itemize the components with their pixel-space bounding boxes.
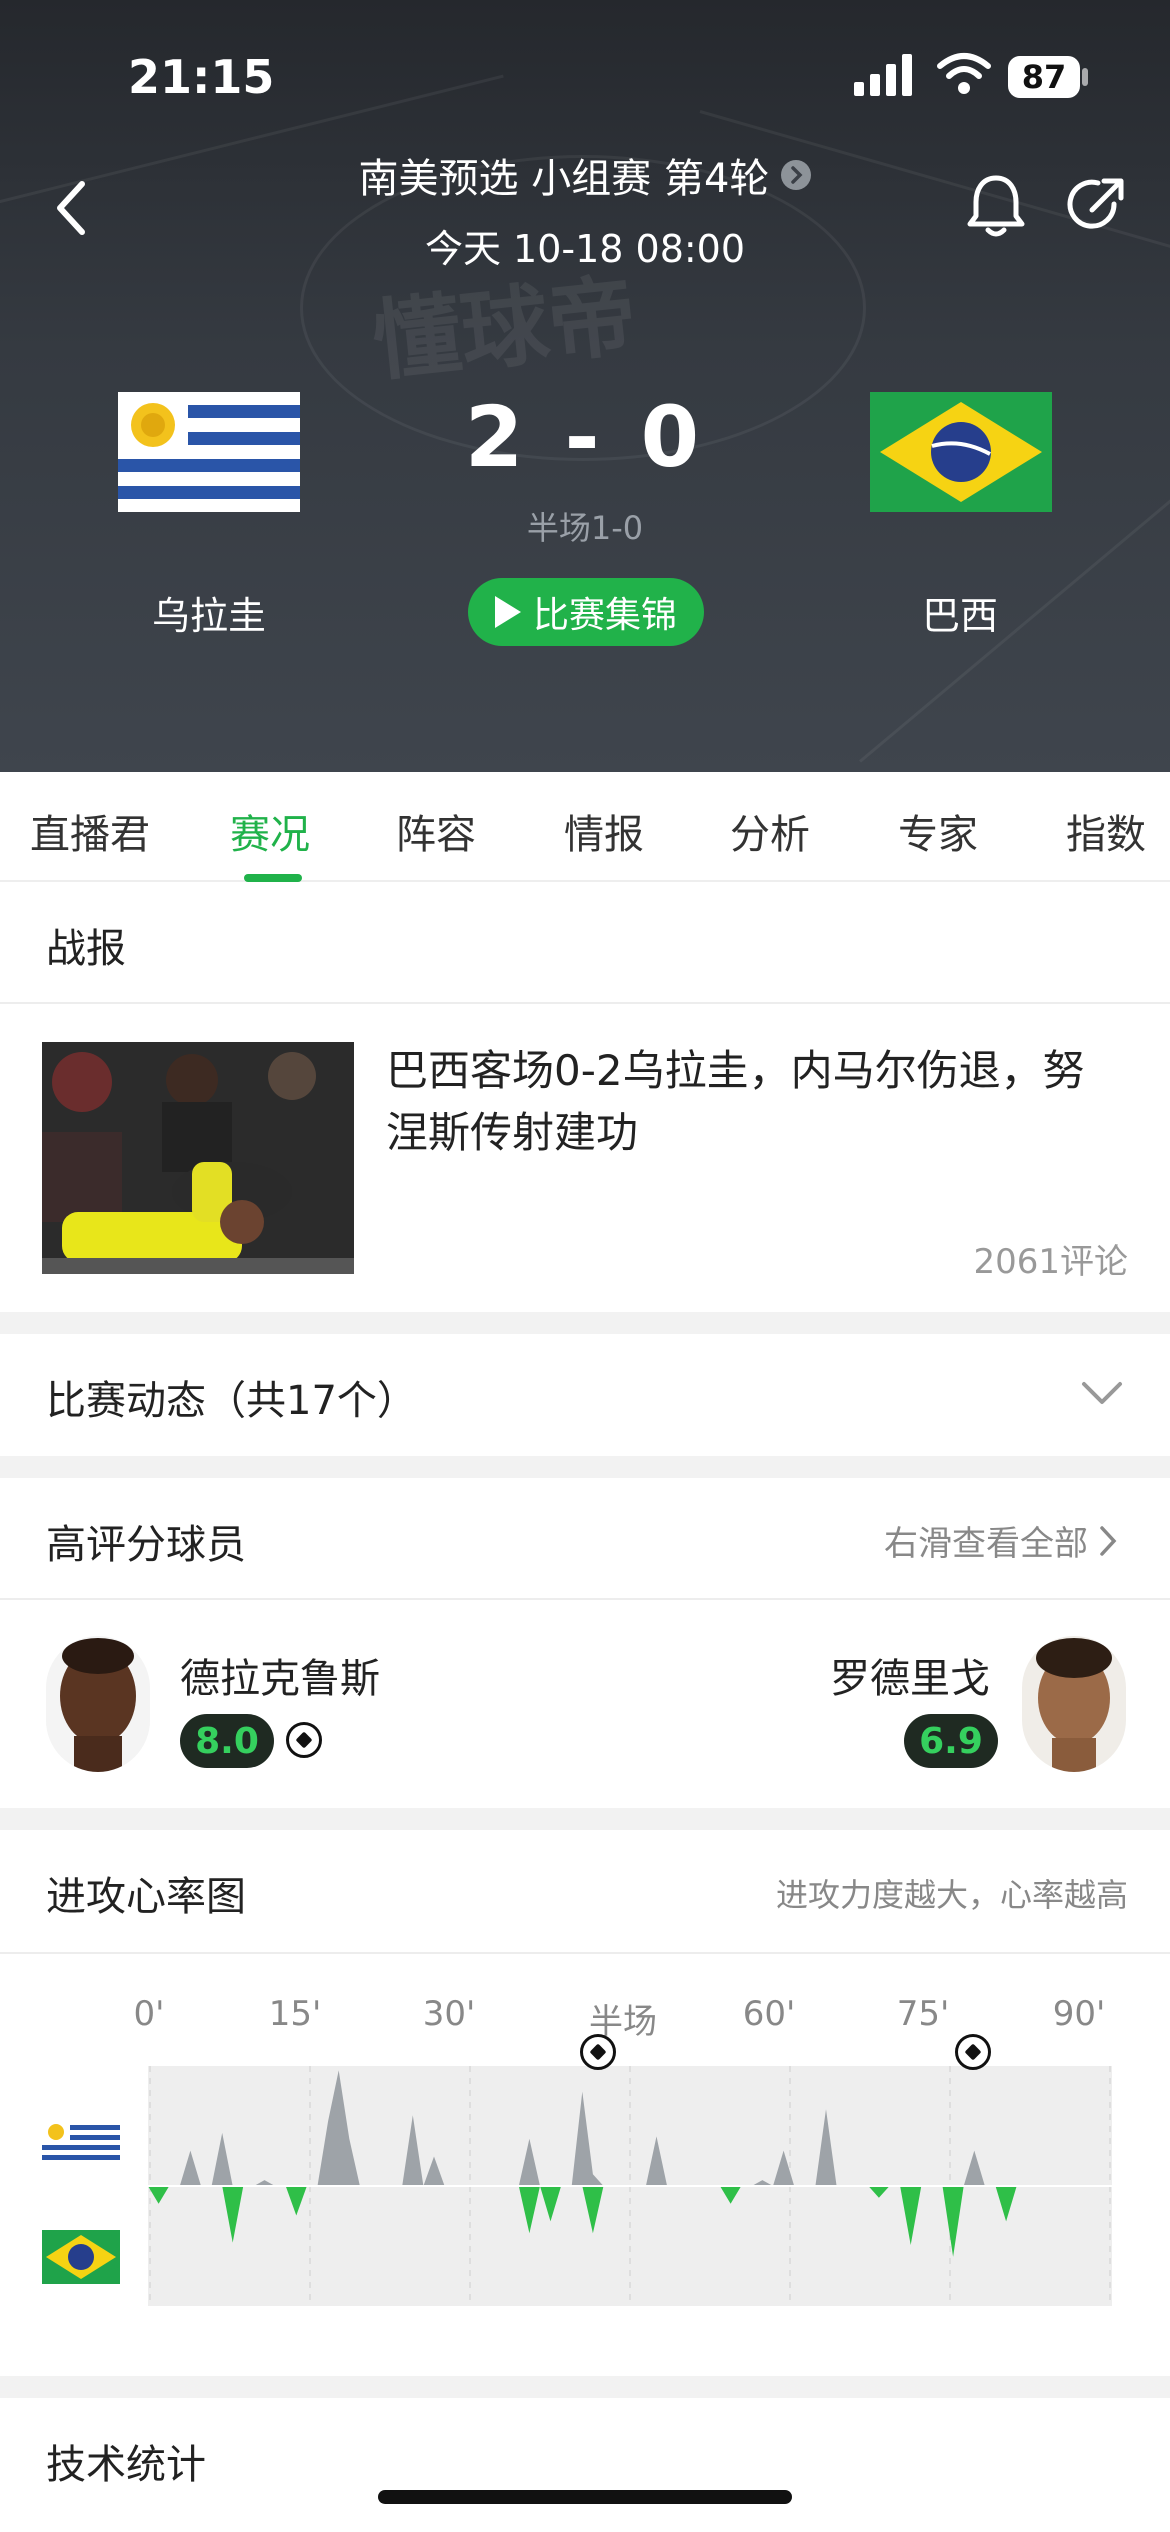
report-section-title: 战报 [46,926,126,972]
tab-live-host[interactable]: 直播君 [30,802,150,860]
see-all-label: 右滑查看全部 [884,1524,1088,1564]
see-all-link[interactable]: 右滑查看全部 [884,1516,1118,1565]
brazil-flag-icon[interactable] [870,392,1052,512]
back-icon[interactable] [48,178,100,238]
top-players-title: 高评分球员 [46,1522,246,1568]
score: 2 - 0 [464,388,706,486]
tab-match-status[interactable]: 赛况 [230,802,310,860]
tab-lineup[interactable]: 阵容 [396,802,476,860]
tick-label: 30' [422,1994,476,2034]
section-gap [0,1312,1170,1334]
tick-label: 75' [896,1994,950,2034]
competition-link[interactable]: 南美预选 小组赛 第4轮 [300,148,870,202]
match-header: 懂球帝 21:15 87 南美预选 小组赛 第4轮 今天 10-18 08:00 [0,0,1170,772]
tech-stats-title: 技术统计 [46,2442,206,2488]
goal-ball-icon [286,1722,322,1758]
bell-icon[interactable] [964,172,1028,242]
home-player-rating: 8.0 [180,1714,274,1768]
battery-level: 87 [1021,58,1067,96]
chevron-right-icon [1100,1525,1117,1556]
play-icon [494,596,521,628]
section-gap [0,1808,1170,1830]
uruguay-flag-icon[interactable] [118,392,300,512]
brazil-flag-small-icon [42,2230,120,2284]
chevron-down-icon[interactable] [1080,1378,1124,1408]
tab-intel[interactable]: 情报 [564,802,644,860]
halftime-score: 半场1-0 [526,509,644,547]
away-team-name[interactable]: 巴西 [830,585,1090,640]
chevron-right-icon [781,160,812,190]
tick-label: 0' [133,1994,165,2034]
tab-analysis[interactable]: 分析 [730,802,810,860]
highlights-button[interactable]: 比赛集锦 [468,578,704,646]
battery-cap [1082,68,1088,86]
home-player-name[interactable]: 德拉克鲁斯 [180,1646,380,1704]
goal-marker-icon [579,2034,616,2070]
battery-icon: 87 [1008,56,1080,98]
heart-rate-chart [148,2066,1112,2306]
section-gap [0,2376,1170,2398]
heart-rate-title: 进攻心率图 [46,1874,246,1920]
share-icon[interactable] [1066,174,1128,236]
away-player-rating: 6.9 [904,1714,998,1768]
news-headline[interactable]: 巴西客场0-2乌拉圭，内马尔伤退，努涅斯传射建功 [386,1040,1106,1164]
tick-label: 60' [742,1994,796,2034]
section-gap [0,1456,1170,1478]
highlights-label: 比赛集锦 [532,595,677,636]
events-title: 比赛动态（共17个） [46,1378,417,1424]
tab-experts[interactable]: 专家 [898,802,978,860]
competition-title: 南美预选 小组赛 第4轮 [358,156,770,202]
goal-marker-icon [954,2034,991,2070]
news-thumbnail[interactable] [42,1042,354,1274]
news-comment-count: 2061评论 [973,1242,1128,1282]
cellular-signal-icon [852,52,916,98]
tick-label: 半场 [589,2002,657,2042]
events-row[interactable]: 比赛动态（共17个） [0,1334,1170,1456]
player-avatar-away[interactable] [1022,1636,1126,1772]
match-datetime: 今天 10-18 08:00 [424,227,746,271]
player-avatar-home[interactable] [46,1636,150,1772]
active-tab-indicator [244,874,302,882]
tab-bar: 直播君 赛况 阵容 情报 分析 专家 指数 [0,772,1170,882]
tick-label: 90' [1052,1994,1106,2034]
home-indicator[interactable] [378,2490,792,2504]
divider [0,1598,1170,1600]
divider [0,1002,1170,1004]
tick-label: 15' [268,1994,322,2034]
heart-rate-hint: 进攻力度越大，心率越高 [775,1876,1128,1914]
status-time: 21:15 [128,50,275,104]
away-player-name[interactable]: 罗德里戈 [830,1646,990,1704]
uruguay-flag-small-icon [42,2120,120,2164]
divider [0,1952,1170,1954]
home-team-name[interactable]: 乌拉圭 [79,585,339,640]
tab-odds[interactable]: 指数 [1066,802,1146,860]
wifi-icon [936,50,992,96]
